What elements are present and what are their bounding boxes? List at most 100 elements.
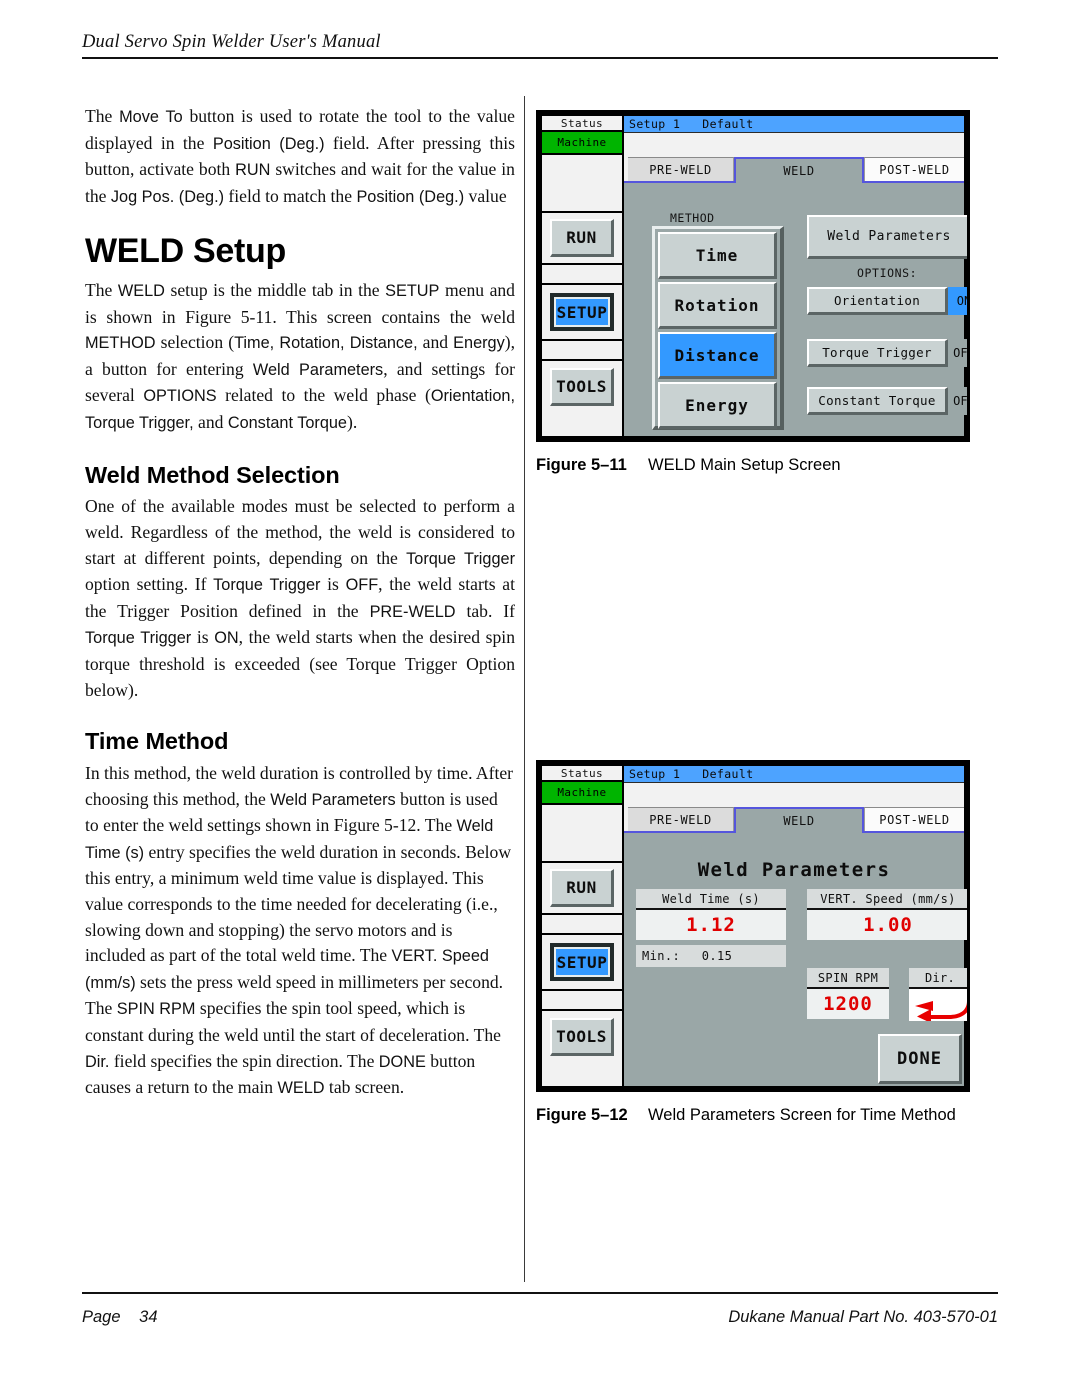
method-group-label: METHOD [670,211,715,225]
figure-5-12-number: Figure 5–12 [536,1106,628,1124]
weld-method-heading: Weld Method Selection [85,461,340,488]
option-button-orientation[interactable]: Orientation [807,287,948,315]
manual-page: Dual Servo Spin Welder User's Manual The… [0,0,1080,1397]
sidebar-item-run[interactable]: RUN [550,219,614,257]
sidebar-spacer [542,805,622,863]
text-run: and [193,412,228,433]
tab-post-weld[interactable]: POST-WELD [864,807,964,831]
ui-term: Jog Pos. (Deg.) [110,187,225,206]
ui-term: SPIN RPM [116,1000,196,1019]
text-run: The [85,106,120,126]
weld-time-min: Min.: 0.15 [636,945,786,967]
field-group-vert-speed: VERT. Speed (mm/s) 1.00 [807,889,967,940]
text-run: value [464,185,507,206]
figure-5-11-number: Figure 5–11 [536,456,627,474]
hmi-screenshot-weld-parameters: Status Machine RUN SETUP TOOLS Setup 1 D… [536,760,970,1092]
running-head-title: Dual Servo Spin Welder User's Manual [82,32,381,52]
option-state-orientation[interactable]: ON [948,287,967,315]
vert-speed-value[interactable]: 1.00 [807,910,967,940]
sidebar-run-cell[interactable]: RUN [542,863,622,915]
option-row-constant-torque: Constant Torque OFF [807,387,967,415]
figure-5-12-text: Weld Parameters Screen for Time Method [648,1106,956,1124]
option-button-constant-torque[interactable]: Constant Torque [807,387,948,415]
ui-term: OFF [345,576,379,595]
ui-term: WELD [117,282,165,301]
hmi-subbar [624,133,964,157]
sidebar-item-setup[interactable]: SETUP [550,943,614,981]
ui-term: Position (Deg.) [356,187,465,206]
ui-term: Constant Torque [227,414,347,433]
titlebar-preset-name: Default [702,767,754,781]
sidebar-status-label: Status [542,766,622,782]
option-state-constant-torque[interactable]: OFF [948,387,967,415]
footer-part-info: Dukane Manual Part No. 403-570-01 [728,1308,998,1326]
method-button-rotation[interactable]: Rotation [658,282,777,329]
intro-paragraph: The Move To button is used to rotate the… [85,104,515,210]
column-divider [524,96,525,1282]
tab-pre-weld[interactable]: PRE-WELD [628,807,734,831]
weld-setup-paragraph: The WELD setup is the middle tab in the … [85,278,515,437]
done-button[interactable]: DONE [878,1034,962,1084]
tab-post-weld[interactable]: POST-WELD [864,157,964,181]
method-button-distance[interactable]: Distance [658,332,777,379]
ui-term: Torque Trigger [85,629,192,648]
method-button-energy[interactable]: Energy [658,382,777,429]
figure-5-12-caption: Figure 5–12 Weld Parameters Screen for T… [536,1105,976,1126]
weld-parameters-button[interactable]: Weld Parameters [807,215,967,259]
hmi-sidebar: Status Machine RUN SETUP TOOLS [542,766,624,1086]
text-run: field specifies the spin direction. The [109,1050,379,1071]
field-group-weld-time: Weld Time (s) 1.12 Min.: 0.15 [636,889,786,967]
curved-arrow-ccw-icon [915,989,967,1021]
sidebar-item-tools[interactable]: TOOLS [550,1018,614,1056]
weld-setup-heading: WELD Setup [85,232,286,271]
tab-weld[interactable]: WELD [734,157,864,183]
sidebar-tools-cell[interactable]: TOOLS [542,361,622,413]
sidebar-setup-cell[interactable]: SETUP [542,935,622,991]
field-group-direction: Dir. [909,968,967,1021]
text-run: and [417,332,454,353]
weld-method-paragraph: One of the available modes must be selec… [85,494,515,703]
ui-term: RUN [235,161,271,180]
text-run: field to match the [224,185,357,206]
direction-value[interactable] [909,989,967,1021]
ui-term: PRE-WELD [369,602,456,621]
figure-5-11-text: WELD Main Setup Screen [648,456,841,474]
sidebar-item-tools[interactable]: TOOLS [550,368,614,406]
tab-pre-weld[interactable]: PRE-WELD [628,157,734,181]
tab-weld[interactable]: WELD [734,807,864,833]
titlebar-setup-name: Setup 1 [629,117,681,131]
sidebar-tools-cell[interactable]: TOOLS [542,1011,622,1063]
spin-rpm-value[interactable]: 1200 [807,989,889,1019]
ui-term: Torque Trigger [406,549,516,568]
text-run: related to the weld phase ( [216,385,431,406]
option-row-torque-trigger: Torque Trigger OFF [807,339,967,367]
field-group-spin-rpm: SPIN RPM 1200 [807,968,889,1019]
sidebar-item-setup[interactable]: SETUP [550,293,614,331]
time-method-paragraph: In this method, the weld duration is con… [85,761,515,1102]
hmi-tab-bar: PRE-WELD WELD POST-WELD [624,807,964,833]
ui-term: Weld Parameters [252,360,384,379]
footer-page-label: Page [82,1308,121,1326]
option-row-orientation: Orientation ON [807,287,967,315]
ui-term: METHOD [85,334,156,353]
method-button-group: Time Rotation Distance Energy [652,226,784,430]
ui-term: Weld Parameters [270,790,396,809]
ui-term: DONE [378,1052,426,1071]
direction-header: Dir. [909,968,967,989]
figure-5-11: Status Machine RUN SETUP TOOLS Setup 1 D… [536,110,976,476]
option-button-torque-trigger[interactable]: Torque Trigger [807,339,948,367]
sidebar-spacer [542,265,622,285]
vert-speed-header: VERT. Speed (mm/s) [807,889,967,910]
sidebar-item-run[interactable]: RUN [550,869,614,907]
hmi-screenshot-weld-setup: Status Machine RUN SETUP TOOLS Setup 1 D… [536,110,970,442]
option-state-torque-trigger[interactable]: OFF [948,339,967,367]
weld-time-value[interactable]: 1.12 [636,910,786,940]
sidebar-setup-cell[interactable]: SETUP [542,285,622,341]
ui-term: Position (Deg.) [212,134,325,153]
ui-term: ON [214,629,239,648]
options-group-label: OPTIONS: [857,266,918,280]
sidebar-spacer [542,991,622,1011]
method-button-time[interactable]: Time [658,232,777,279]
ui-term: Move To [119,108,183,126]
sidebar-run-cell[interactable]: RUN [542,213,622,265]
